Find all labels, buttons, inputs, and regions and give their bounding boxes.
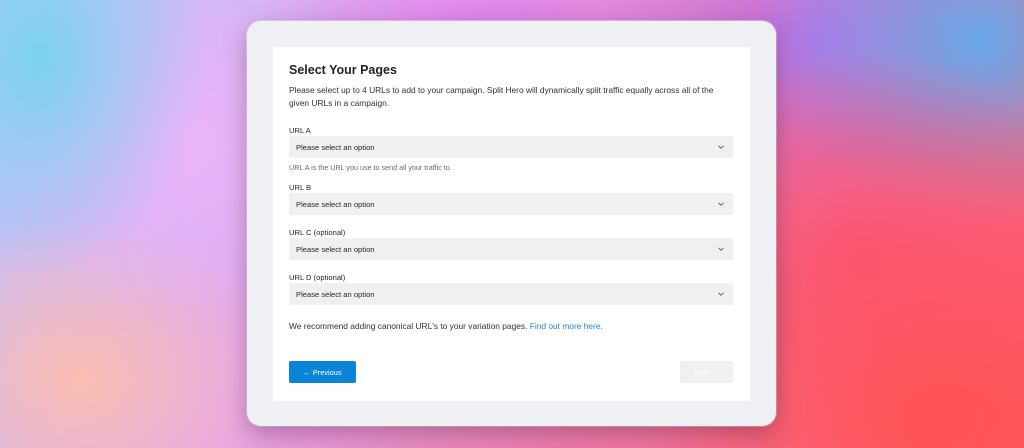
url-a-select[interactable]: Please select an option bbox=[289, 136, 733, 158]
url-a-select-value: Please select an option bbox=[296, 142, 375, 152]
url-b-select-value: Please select an option bbox=[296, 199, 375, 209]
url-b-label: URL B bbox=[289, 183, 312, 192]
dialog-card: Select Your Pages Please select up to 4 … bbox=[247, 21, 776, 426]
page-selection-panel: Select Your Pages Please select up to 4 … bbox=[273, 47, 750, 401]
find-out-more-link[interactable]: Find out more here. bbox=[530, 321, 603, 331]
url-c-label: URL C (optional) bbox=[289, 228, 346, 237]
url-d-label: URL D (optional) bbox=[289, 273, 346, 282]
url-a-help-text: URL A is the URL you use to send all you… bbox=[289, 163, 452, 172]
url-d-select[interactable]: Please select an option bbox=[289, 283, 733, 305]
chevron-down-icon bbox=[718, 292, 724, 296]
chevron-down-icon bbox=[718, 247, 724, 251]
page-description: Please select up to 4 URLs to add to you… bbox=[289, 85, 714, 108]
chevron-down-icon bbox=[718, 202, 724, 206]
url-c-select[interactable]: Please select an option bbox=[289, 238, 733, 260]
chevron-down-icon bbox=[718, 145, 724, 149]
url-b-select[interactable]: Please select an option bbox=[289, 193, 733, 215]
canonical-recommendation: We recommend adding canonical URL's to y… bbox=[289, 321, 603, 331]
previous-button[interactable]: ← Previous bbox=[289, 361, 356, 383]
url-a-label: URL A bbox=[289, 126, 311, 135]
recommendation-text: We recommend adding canonical URL's to y… bbox=[289, 321, 528, 331]
url-c-select-value: Please select an option bbox=[296, 244, 375, 254]
next-button[interactable]: Next → bbox=[680, 361, 733, 383]
url-d-select-value: Please select an option bbox=[296, 289, 375, 299]
page-title: Select Your Pages bbox=[289, 63, 397, 77]
